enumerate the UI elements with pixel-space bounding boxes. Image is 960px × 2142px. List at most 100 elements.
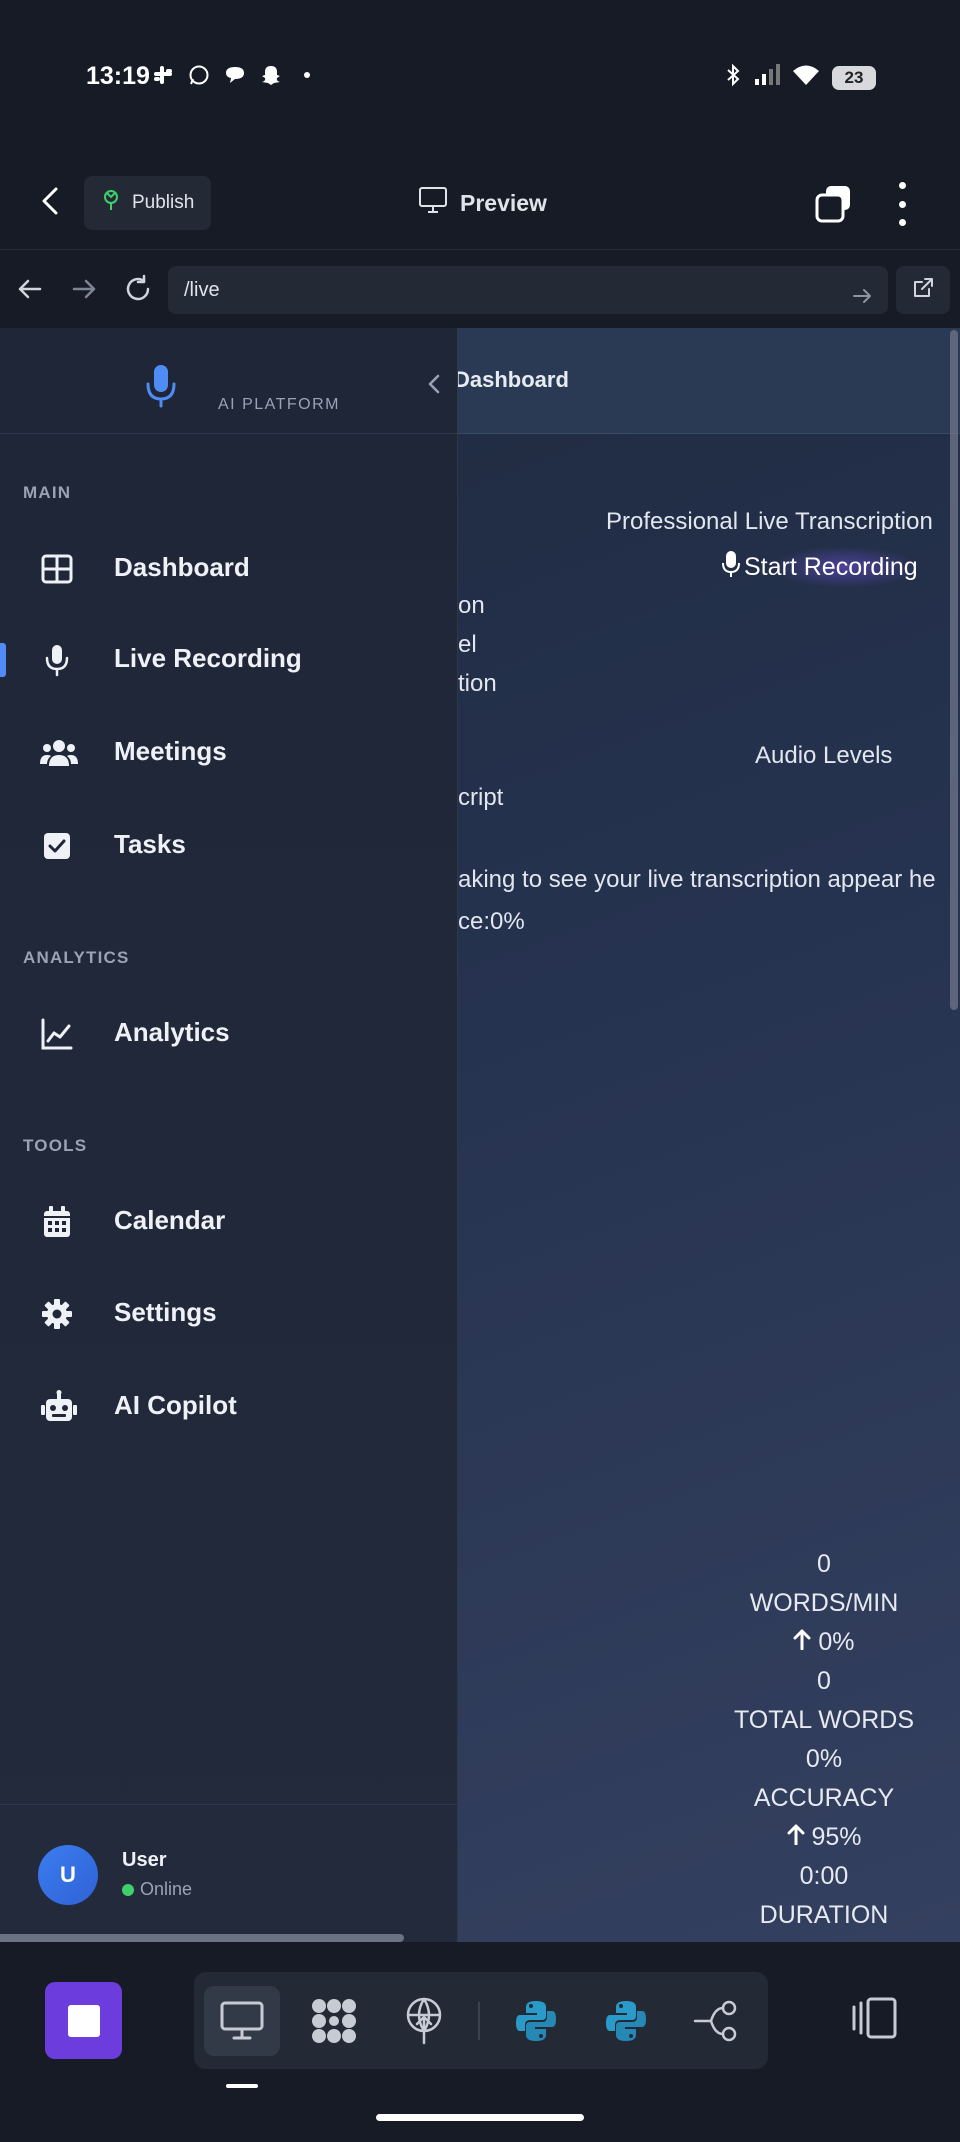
user-profile[interactable]: U User Online: [0, 1804, 458, 1942]
wpm-label: WORDS/MIN: [749, 1589, 899, 1617]
accuracy-label: ACCURACY: [753, 1784, 895, 1812]
bluetooth-icon: [724, 63, 742, 92]
sidebar-item-calendar[interactable]: Calendar: [0, 1181, 458, 1261]
duration-value: 0:00: [799, 1862, 849, 1890]
more-options-icon[interactable]: [890, 182, 914, 226]
start-recording-label: Start Recording: [744, 553, 918, 581]
browser-back-icon[interactable]: [14, 273, 46, 305]
collapse-sidebar-icon[interactable]: [424, 372, 444, 396]
open-external-button[interactable]: [896, 266, 950, 314]
go-arrow-icon[interactable]: [850, 278, 874, 303]
sidebar-item-meetings[interactable]: Meetings: [0, 712, 458, 792]
cluster-icon[interactable]: [296, 1986, 372, 2056]
wpm-change-value: 0%: [818, 1628, 855, 1656]
user-name: User: [122, 1849, 167, 1871]
online-dot-icon: [122, 1883, 134, 1896]
status-bar: 13:19 23: [0, 0, 960, 150]
sidebar-item-label: Settings: [114, 1297, 217, 1327]
sidebar-item-label: Meetings: [114, 736, 227, 766]
brand-subtitle: AI PLATFORM: [218, 396, 340, 413]
transcript-title: cript: [458, 784, 504, 811]
notification-icons: [152, 64, 318, 86]
sidebar-header: AI PLATFORM: [0, 328, 458, 434]
back-button[interactable]: [36, 186, 66, 216]
python-icon[interactable]: [498, 1986, 574, 2056]
side-panel-toggle-icon[interactable]: [850, 1996, 898, 2040]
sidebar: AI PLATFORM MAIN Dashboard Live Recordin…: [0, 328, 458, 1942]
desktop-monitor-icon[interactable]: [204, 1986, 280, 2056]
user-status: Online: [122, 1879, 192, 1900]
whatsapp-icon: [188, 64, 210, 86]
checkbox-icon: [40, 829, 74, 863]
battery-icon: 23: [832, 65, 876, 90]
gear-icon: [40, 1297, 74, 1331]
microphone-logo-icon: [146, 364, 176, 408]
stop-icon: [67, 2004, 100, 2037]
browser-forward-icon[interactable]: [68, 273, 100, 305]
transcript-placeholder: aking to see your live transcription app…: [458, 866, 936, 893]
audio-levels-title: Audio Levels: [755, 742, 893, 769]
total-words-value: 0: [817, 1667, 831, 1695]
users-icon: [40, 736, 78, 770]
accuracy-value: 0%: [805, 1745, 843, 1773]
sidebar-item-label: Live Recording: [114, 643, 302, 673]
publish-button[interactable]: Publish: [84, 176, 211, 230]
external-link-icon: [911, 276, 935, 305]
arrow-up-icon: [793, 1628, 818, 1656]
snapchat-icon: [260, 64, 282, 86]
main-header: Dashboard: [454, 328, 960, 434]
url-text: /live: [184, 279, 220, 301]
reload-icon[interactable]: [122, 273, 154, 305]
partial-text-1: on: [458, 592, 485, 619]
partial-text-2: el: [458, 631, 477, 658]
sidebar-item-tasks[interactable]: Tasks: [0, 805, 458, 885]
system-status: 23: [724, 63, 876, 92]
url-input[interactable]: /live: [168, 266, 888, 314]
workflow-branch-icon[interactable]: [678, 1986, 754, 2056]
wifi-icon: [792, 63, 820, 92]
sidebar-item-live-recording[interactable]: Live Recording: [0, 619, 458, 699]
start-recording-button[interactable]: Start Recording: [722, 550, 918, 585]
microphone-icon: [722, 550, 740, 585]
home-indicator[interactable]: [376, 2114, 584, 2121]
accuracy-change: 95%: [724, 1823, 924, 1852]
web-content: Dashboard Professional Live Transcriptio…: [0, 328, 960, 1942]
arrow-up-icon: [787, 1823, 812, 1851]
partial-text-3: tion: [458, 670, 497, 697]
deploy-globe-icon[interactable]: [386, 1986, 462, 2056]
dashboard-grid-icon: [40, 552, 74, 586]
line-chart-icon: [40, 1017, 74, 1051]
duration-label: DURATION: [759, 1901, 889, 1929]
avatar[interactable]: U: [38, 1845, 98, 1905]
status-time: 13:19: [86, 62, 150, 90]
monitor-icon: [418, 186, 448, 220]
sidebar-item-label: Tasks: [114, 829, 186, 859]
stop-button[interactable]: [45, 1982, 122, 2059]
app-toolbar: Publish Preview: [0, 150, 960, 250]
sidebar-item-label: Calendar: [114, 1205, 226, 1235]
bottom-dock: [0, 1942, 960, 2142]
sidebar-item-dashboard[interactable]: Dashboard: [0, 528, 458, 608]
section-main: MAIN: [23, 483, 72, 502]
preview-button[interactable]: Preview: [418, 186, 547, 220]
slack-icon: [152, 64, 174, 86]
browser-bar: /live: [0, 251, 960, 327]
wpm-change: 0%: [724, 1628, 924, 1657]
publish-label: Publish: [132, 192, 195, 213]
tabs-switcher-icon[interactable]: [814, 184, 854, 224]
dock-tools: [194, 1972, 768, 2069]
page-title: Dashboard: [454, 367, 569, 392]
total-words-label: TOTAL WORDS: [733, 1706, 915, 1734]
active-tool-indicator: [226, 2084, 258, 2088]
python-icon[interactable]: [588, 1986, 664, 2056]
robot-icon: [40, 1390, 77, 1424]
preview-label: Preview: [460, 189, 547, 216]
page-subtitle: Professional Live Transcription: [606, 508, 933, 535]
chat-icon: [224, 64, 246, 86]
publish-icon: [100, 189, 122, 217]
sidebar-item-ai-copilot[interactable]: AI Copilot: [0, 1366, 458, 1446]
vertical-scrollbar[interactable]: [950, 330, 958, 1010]
horizontal-scrollbar[interactable]: [0, 1934, 404, 1942]
sidebar-item-analytics[interactable]: Analytics: [0, 993, 458, 1073]
sidebar-item-settings[interactable]: Settings: [0, 1273, 458, 1353]
